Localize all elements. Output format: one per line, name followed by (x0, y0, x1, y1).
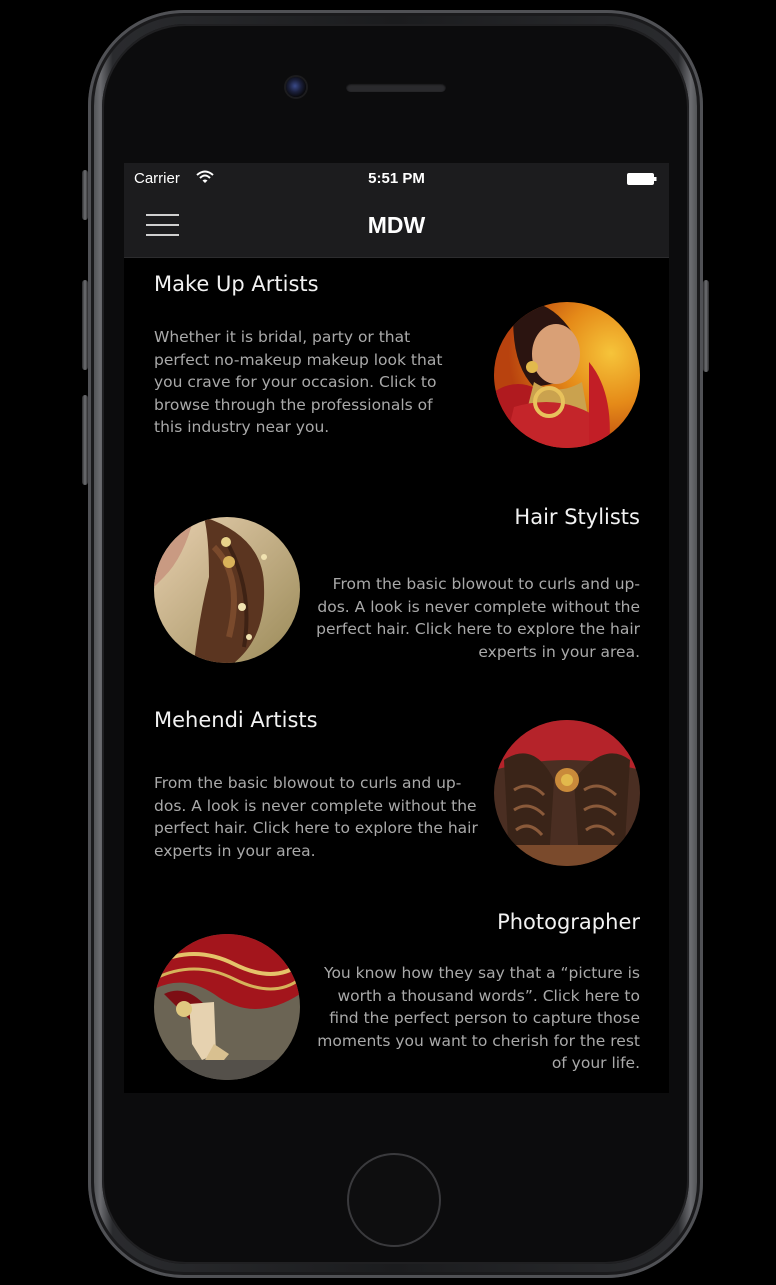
status-time: 5:51 PM (368, 170, 425, 187)
category-photographer[interactable]: Photographer You know how they say that … (154, 898, 640, 1093)
earpiece-speaker (346, 83, 446, 92)
mute-switch (82, 170, 88, 220)
category-title: Photographer (497, 910, 640, 934)
device-frame-stage: Carrier 5:51 PM MDW Make Up Artists Whet… (0, 0, 776, 1285)
power-button (703, 280, 709, 372)
category-hair-stylists[interactable]: Hair Stylists From the basic blowout to … (154, 493, 640, 673)
category-description: Whether it is bridal, party or that perf… (154, 328, 443, 436)
mehendi-artist-thumbnail[interactable] (494, 720, 640, 866)
volume-down-button (82, 395, 88, 485)
front-camera (286, 77, 306, 97)
battery-icon (627, 173, 657, 185)
hair-stylist-thumbnail[interactable] (154, 517, 300, 663)
category-title: Mehendi Artists (154, 708, 318, 732)
category-description: From the basic blowout to curls and up-d… (154, 774, 478, 860)
photographer-thumbnail[interactable] (154, 934, 300, 1080)
volume-up-button (82, 280, 88, 370)
navigation-bar: MDW (124, 195, 669, 258)
category-mehendi-artists[interactable]: Mehendi Artists From the basic blowout t… (154, 698, 640, 878)
category-title: Make Up Artists (154, 272, 319, 296)
category-title: Hair Stylists (514, 505, 640, 529)
category-description: From the basic blowout to curls and up-d… (316, 575, 640, 661)
app-title: MDW (367, 212, 426, 238)
app-screen: Carrier 5:51 PM MDW Make Up Artists Whet… (124, 163, 669, 1093)
makeup-artist-thumbnail[interactable] (494, 302, 640, 448)
home-button[interactable] (347, 1153, 441, 1247)
category-description: You know how they say that a “picture is… (317, 964, 640, 1072)
status-bar: Carrier 5:51 PM (124, 163, 669, 195)
category-makeup-artists[interactable]: Make Up Artists Whether it is bridal, pa… (154, 268, 640, 458)
